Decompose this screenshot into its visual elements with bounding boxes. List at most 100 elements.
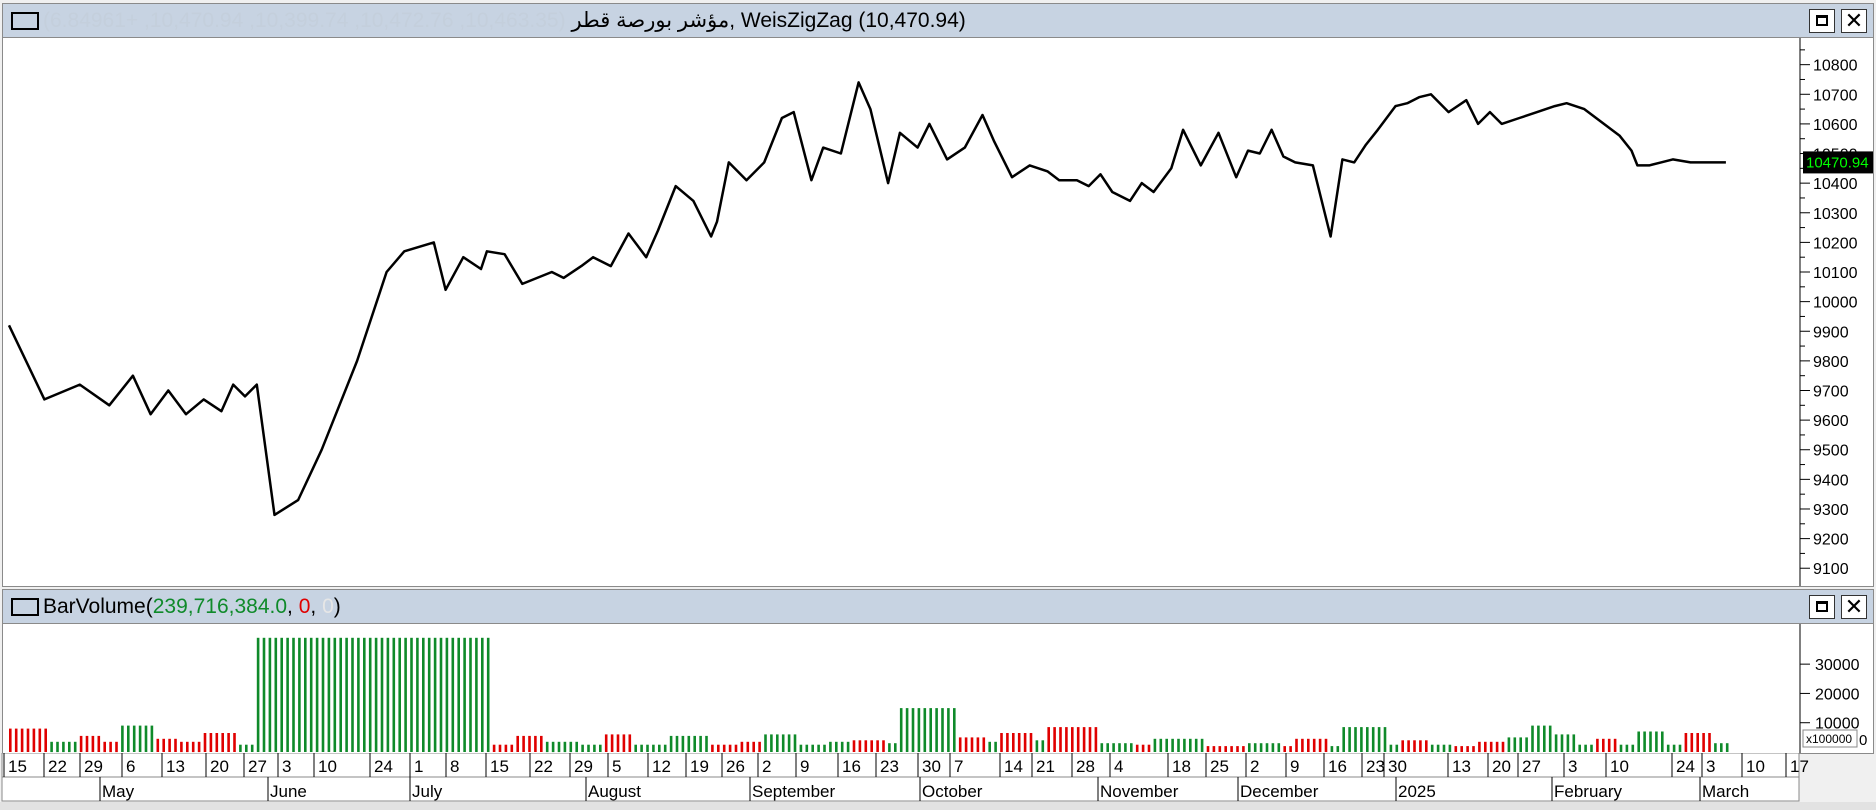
volume-bar: [1678, 744, 1682, 752]
volume-bar: [1271, 743, 1275, 752]
day-tick-label: 15: [490, 757, 509, 776]
day-tick-label: 2: [762, 757, 771, 776]
volume-pane-title: BarVolume(239,716,384.0, 0, 0): [43, 590, 341, 624]
volume-bar: [894, 743, 897, 752]
volume-bar: [1371, 727, 1375, 752]
volume-bar: [469, 637, 472, 752]
volume-bar: [504, 744, 508, 752]
volume-bar: [422, 637, 425, 752]
price-tick-label: 10600: [1813, 117, 1858, 134]
volume-bar: [1631, 744, 1635, 752]
price-tick-label: 10300: [1813, 206, 1858, 223]
volume-chart[interactable]: 100002000030000 x100000 0: [3, 624, 1873, 753]
volume-bar: [97, 735, 101, 752]
volume-bar: [321, 637, 325, 752]
volume-bar: [475, 637, 478, 752]
title-comma: ,: [729, 9, 741, 32]
volume-bar: [1118, 743, 1121, 752]
volume-bar: [1696, 733, 1699, 752]
price-tick-label: 9400: [1813, 472, 1849, 489]
price-pane-close-button[interactable]: ✕: [1841, 9, 1867, 33]
volume-tick-label: 30000: [1815, 657, 1860, 674]
volume-pane-maximize-button[interactable]: [1809, 595, 1835, 619]
volume-bar: [186, 741, 189, 753]
symbol-name: مؤشر بورصة قطر: [571, 9, 730, 32]
day-tick-label: 12: [652, 757, 671, 776]
volume-bar: [386, 637, 390, 752]
month-tick-label: March: [1702, 782, 1749, 801]
day-tick-label: 23: [880, 757, 899, 776]
volume-bar: [929, 708, 932, 752]
volume-bar: [575, 741, 578, 753]
volume-bar: [162, 738, 165, 752]
price-pane-maximize-button[interactable]: [1809, 9, 1835, 33]
price-chart[interactable]: 9100 9200 9300 9400 9500 9600 9700 9800 9900 1000…: [3, 38, 1873, 586]
volume-bar: [953, 708, 956, 752]
volume-bar: [770, 734, 773, 752]
volume-bar: [681, 735, 685, 752]
volume-bar: [587, 744, 590, 752]
volume-bar: [610, 734, 614, 752]
month-tick-label: September: [752, 782, 835, 801]
month-tick-label: December: [1240, 782, 1319, 801]
volume-bar: [339, 637, 342, 752]
volume-bar: [357, 637, 360, 752]
window-icon: [11, 12, 39, 30]
zigzag-line: [7, 81, 1726, 517]
month-tick-label: August: [588, 782, 641, 801]
volume-bar: [1554, 734, 1558, 752]
volume-bar: [1413, 740, 1416, 752]
volume-bar: [1478, 741, 1481, 753]
volume-bar: [752, 741, 755, 753]
volume-bar: [917, 708, 921, 752]
volume-bar: [1006, 733, 1009, 752]
volume-bar: [1336, 746, 1340, 752]
day-tick-label: 24: [1676, 757, 1695, 776]
volume-bar: [958, 737, 962, 752]
volume-bar: [1655, 731, 1658, 752]
volume-bar: [79, 735, 83, 752]
volume-bar: [1206, 746, 1210, 752]
volume-bar: [433, 637, 437, 752]
volume-bar: [498, 744, 502, 752]
day-tick-label: 19: [690, 757, 709, 776]
day-tick-label: 25: [1210, 757, 1229, 776]
volume-bar: [1366, 727, 1369, 752]
volume-bar: [38, 728, 42, 752]
volume-pane-close-button[interactable]: ✕: [1841, 595, 1867, 619]
day-tick-label: 3: [282, 757, 291, 776]
volume-bar: [1153, 738, 1157, 752]
volume-readout-down: 0: [298, 595, 311, 618]
volume-bar: [593, 744, 596, 752]
volume-bar: [1159, 738, 1163, 752]
volume-bar: [516, 735, 519, 752]
volume-bar: [1442, 744, 1446, 752]
price-pane-titlebar[interactable]: مؤشر بورصة قطر (10,463.35, 10,472.76, 10…: [3, 4, 1873, 38]
day-tick-label: 29: [84, 757, 103, 776]
volume-bar: [1513, 737, 1517, 752]
volume-bar: [864, 740, 868, 752]
volume-bar: [1448, 744, 1452, 752]
volume-bars: [9, 637, 1729, 753]
volume-bar: [398, 637, 401, 752]
volume-bar: [876, 740, 879, 752]
volume-bar: [1472, 746, 1475, 752]
day-tick-label: 30: [1388, 757, 1407, 776]
volume-bar: [250, 744, 254, 752]
volume-pane-titlebar[interactable]: BarVolume(239,716,384.0, 0, 0) ✕: [3, 590, 1873, 624]
volume-bar: [811, 744, 814, 752]
price-pane: مؤشر بورصة قطر (10,463.35, 10,472.76, 10…: [2, 3, 1874, 587]
day-tick-label: 22: [534, 757, 553, 776]
volume-bar: [1348, 727, 1351, 752]
volume-bar: [658, 744, 661, 752]
day-tick-label: 6: [126, 757, 135, 776]
volume-bar: [941, 708, 944, 752]
price-tick-label: 9500: [1813, 443, 1849, 460]
volume-bar: [545, 741, 549, 753]
volume-bar: [746, 741, 750, 753]
volume-bar: [1666, 744, 1670, 752]
volume-bar: [1649, 731, 1652, 752]
volume-bar: [445, 637, 449, 752]
horizontal-scrollbar[interactable]: [0, 802, 1876, 810]
volume-bar: [44, 728, 47, 752]
